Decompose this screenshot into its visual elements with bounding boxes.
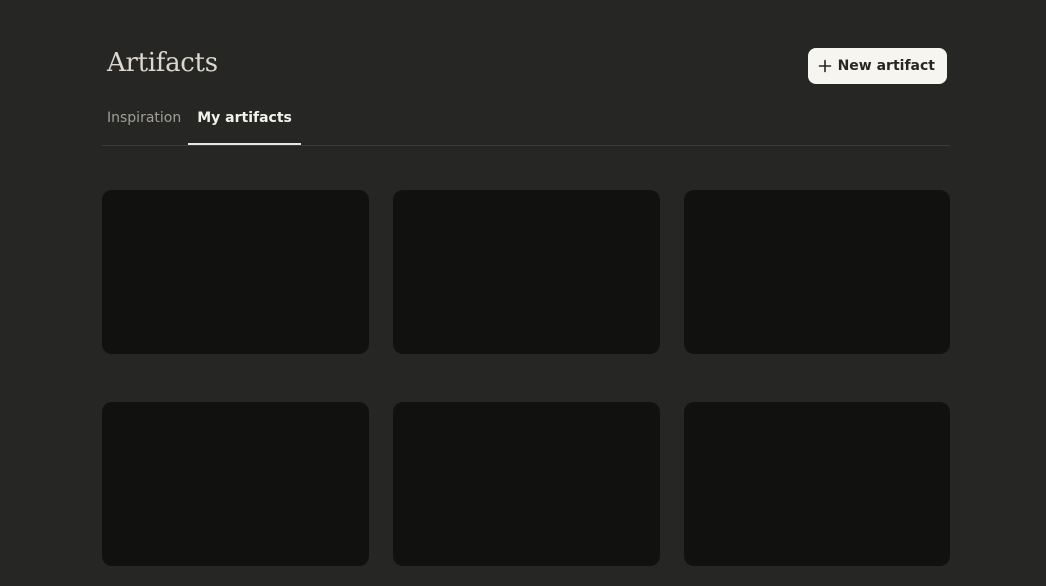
artifact-card[interactable]: [102, 190, 369, 354]
artifact-grid: [102, 190, 950, 566]
tab-inspiration[interactable]: Inspiration: [102, 100, 186, 135]
artifact-card[interactable]: [393, 190, 660, 354]
artifact-card[interactable]: [102, 402, 369, 566]
artifact-card[interactable]: [684, 402, 950, 566]
page-header: Artifacts New artifact: [102, 40, 950, 90]
new-artifact-button[interactable]: New artifact: [807, 48, 947, 84]
artifact-card[interactable]: [684, 190, 950, 354]
page-title: Artifacts: [107, 48, 218, 78]
artifact-card[interactable]: [393, 402, 660, 566]
new-artifact-label: New artifact: [837, 58, 935, 74]
tab-bar: Inspiration My artifacts: [102, 100, 950, 146]
plus-icon: [818, 59, 832, 73]
tab-my-artifacts[interactable]: My artifacts: [188, 100, 301, 145]
artifacts-page: Artifacts New artifact Inspiration My ar…: [0, 0, 1046, 586]
